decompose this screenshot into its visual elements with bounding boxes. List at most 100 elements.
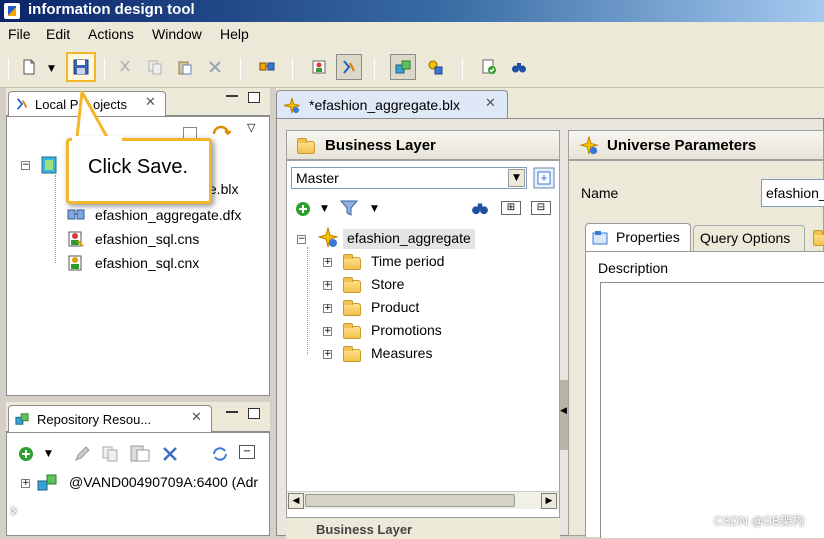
connection-button[interactable] [306,54,332,80]
tree-folder-promotions[interactable]: Promotions [371,322,442,342]
tree-line [307,247,308,355]
repository-button[interactable] [422,54,448,80]
tree-folder-product[interactable]: Product [371,299,419,319]
insert-session-icon[interactable] [17,445,35,463]
tree-folder-measures[interactable]: Measures [371,345,432,365]
close-icon[interactable]: ✕ [191,410,202,425]
file-label: efashion_aggregate.dfx [95,207,242,223]
collapse-all-icon[interactable]: ⊟ [531,201,551,215]
delete-icon[interactable] [161,445,179,463]
menu-file[interactable]: File [8,26,31,42]
expand-all-icon[interactable]: ⊞ [501,201,521,215]
copy-icon[interactable] [101,445,119,463]
app-icon [4,3,20,19]
close-icon[interactable]: ✕ [485,96,496,111]
collapse-all-icon[interactable]: − [239,445,255,459]
menu-actions[interactable]: Actions [88,26,134,42]
save-button[interactable] [66,52,96,82]
maximize-icon[interactable] [248,408,260,419]
delete-button[interactable] [202,54,228,80]
collapse-toggle[interactable]: − [21,161,30,170]
sash-handle[interactable]: ◀ [560,380,568,450]
universe-parameters-pane: Name efashion_ Properties Query Options … [568,160,824,538]
minimize-icon[interactable] [226,410,238,413]
toolbar: ▼ [0,46,824,88]
universe-button[interactable] [336,54,362,80]
filter-icon[interactable] [339,197,363,219]
menu-window[interactable]: Window [152,26,202,42]
scroll-right-icon[interactable]: ▶ [541,493,557,509]
tab-properties-label: Properties [616,229,680,245]
link-editor-icon[interactable] [211,125,231,143]
expand-toggle[interactable]: + [323,258,332,267]
description-textarea[interactable] [600,282,824,538]
repository-panel: ▼ − + @VAND00490709A:6400 (Adr [6,432,270,536]
insert-icon[interactable] [295,201,311,217]
chevron-down-icon[interactable]: ▼ [508,169,525,187]
toolbar-separator [462,58,463,80]
refresh-icon[interactable] [211,445,229,463]
view-select-value: Master [296,170,339,186]
menu-edit[interactable]: Edit [46,26,70,42]
minimize-icon[interactable] [226,94,238,97]
scroll-left-icon[interactable]: ◀ [288,493,304,509]
cut-button[interactable] [112,54,138,80]
tab-repository-resources[interactable]: Repository Resou... ✕ [8,405,212,432]
dropdown-arrow-icon[interactable]: ▼ [48,64,55,74]
manage-views-icon[interactable] [533,167,555,189]
tab-efashion-aggregate[interactable]: *efashion_aggregate.blx ✕ [276,90,508,118]
tree-root-efashion-aggregate[interactable]: efashion_aggregate [343,229,475,249]
tree-folder-time-period[interactable]: Time period [371,253,444,273]
bottom-tab-business-layer[interactable]: Business Layer [316,522,412,537]
maximize-icon[interactable] [248,92,260,103]
expand-toggle[interactable]: + [323,327,332,336]
tree-folder-store[interactable]: Store [371,276,404,296]
copy-button[interactable] [142,54,168,80]
view-select[interactable]: Master ▼ [291,167,527,189]
dropdown-arrow-icon[interactable]: ▼ [45,449,52,459]
paste-icon[interactable] [129,443,151,463]
title-bar: information design tool [0,0,824,22]
check-integrity-button[interactable] [476,54,502,80]
expand-toggle[interactable]: + [323,350,332,359]
window-title: information design tool [28,1,195,18]
tab-properties[interactable]: Properties [585,223,691,251]
callout-pointer-join [72,136,122,146]
close-icon[interactable]: ✕ [145,95,156,110]
search-icon[interactable] [471,199,489,217]
project-icon [395,60,411,74]
find-button[interactable] [506,54,532,80]
dropdown-arrow-icon[interactable]: ▼ [371,204,378,214]
repository-session[interactable]: @VAND00490709A:6400 (Adr [69,474,258,494]
business-layer-title: Business Layer [325,137,436,154]
universe-parameters-header: Universe Parameters [568,130,824,160]
resource-button[interactable] [254,54,280,80]
save-icon [73,59,89,75]
callout-text: Click Save. [88,156,188,179]
expand-toggle[interactable]: + [21,479,30,488]
view-menu-icon[interactable]: ▽ [247,121,255,134]
toolbar-separator [8,58,9,80]
delete-icon [209,61,221,73]
name-field[interactable]: efashion_ [761,179,824,207]
collapse-toggle[interactable]: − [297,235,306,244]
expand-toggle[interactable]: + [323,304,332,313]
dropdown-arrow-icon[interactable]: ▼ [321,204,328,214]
file-label: efashion_sql.cns [95,231,200,247]
business-layer-pane: Master ▼ ▼ ▼ ⊞ ⊟ − efashion_aggregate + … [286,160,560,539]
play-arrow-icon[interactable]: › [10,500,17,521]
horizontal-scrollbar[interactable]: ◀ ▶ [287,491,559,509]
folder-icon [343,323,361,339]
paste-button[interactable] [172,54,198,80]
edit-icon[interactable] [73,445,91,463]
menu-help[interactable]: Help [220,26,249,42]
universe-root-icon [317,227,339,248]
editor-tabbar: *efashion_aggregate.blx ✕ [276,88,824,118]
scrollbar-thumb[interactable] [305,494,515,507]
tab-query-options[interactable]: Query Options [693,225,805,251]
expand-toggle[interactable]: + [323,281,332,290]
project-folder-icon [41,156,57,174]
resource-icon [259,62,275,71]
project-button[interactable] [390,54,416,80]
new-button[interactable] [16,54,42,80]
